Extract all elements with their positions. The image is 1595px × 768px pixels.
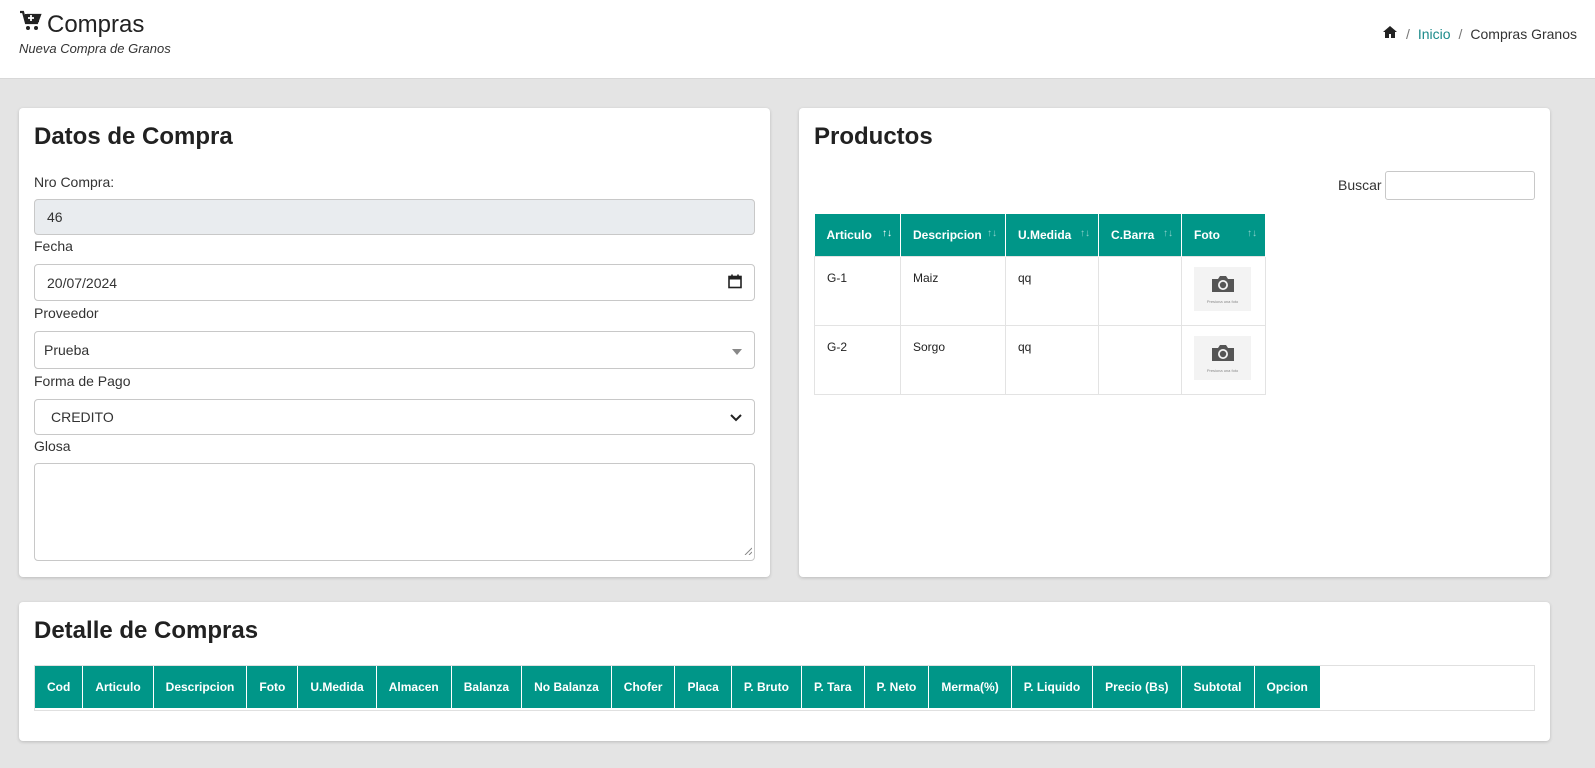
proveedor-value: Prueba: [44, 342, 90, 358]
camera-icon: [1210, 343, 1236, 366]
cell-foto: Presiona una foto: [1181, 324, 1266, 395]
column-header-opcion[interactable]: Opcion: [1254, 666, 1321, 708]
column-header-placa[interactable]: Placa: [674, 666, 732, 708]
cell-cbarra: [1098, 255, 1182, 326]
sort-icon: ↑↓: [987, 228, 997, 239]
cell-descripcion: Sorgo: [900, 324, 1006, 395]
page-subtitle: Nueva Compra de Granos: [19, 41, 171, 56]
nro-compra-field: 46: [34, 199, 755, 235]
cell-articulo: G-1: [814, 255, 901, 326]
column-header-chofer[interactable]: Chofer: [611, 666, 676, 708]
page-title: Compras: [19, 10, 144, 39]
column-header-p-bruto[interactable]: P. Bruto: [731, 666, 802, 708]
nro-compra-label: Nro Compra:: [34, 174, 115, 190]
column-header-umedida[interactable]: U.Medida: [297, 666, 377, 708]
detalle-table: Cod Articulo Descripcion Foto U.Medida A…: [35, 666, 1321, 708]
productos-table: Articulo ↑↓ Descripcion ↑↓ U.Medida ↑↓ C.Ba…: [814, 214, 1266, 395]
cell-cbarra: [1098, 324, 1182, 395]
column-header-foto[interactable]: Foto ↑↓: [1181, 214, 1266, 256]
column-header-almacen[interactable]: Almacen: [376, 666, 452, 708]
datos-compra-card: Datos de Compra Nro Compra: 46 Fecha 20/…: [19, 108, 770, 577]
photo-caption: Presiona una foto: [1206, 298, 1239, 304]
camera-icon: [1210, 274, 1236, 297]
column-header-p-tara[interactable]: P. Tara: [801, 666, 865, 708]
column-header-p-liquido[interactable]: P. Liquido: [1011, 666, 1094, 708]
fecha-value: 20/07/2024: [47, 274, 118, 291]
breadcrumb-separator: /: [1458, 25, 1463, 42]
breadcrumb-current: Compras Granos: [1470, 25, 1577, 42]
sort-icon: ↑↓: [882, 228, 892, 239]
product-photo[interactable]: Presiona una foto: [1194, 335, 1251, 380]
home-icon[interactable]: [1382, 25, 1398, 42]
column-header-articulo[interactable]: Articulo ↑↓: [814, 214, 901, 256]
nro-compra-value: 46: [47, 209, 63, 225]
chevron-down-icon: [730, 409, 742, 425]
column-header-p-neto[interactable]: P. Neto: [864, 666, 930, 708]
proveedor-label: Proveedor: [34, 305, 99, 321]
productos-title: Productos: [814, 123, 933, 150]
forma-pago-label: Forma de Pago: [34, 373, 131, 389]
calendar-icon[interactable]: [728, 274, 742, 291]
detalle-table-wrapper: Cod Articulo Descripcion Foto U.Medida A…: [34, 665, 1535, 711]
column-header-umedida[interactable]: U.Medida ↑↓: [1005, 214, 1099, 256]
detalle-compras-title: Detalle de Compras: [34, 617, 259, 644]
column-header-precio[interactable]: Precio (Bs): [1092, 666, 1182, 708]
column-header-descripcion[interactable]: Descripcion: [153, 666, 248, 708]
fecha-label: Fecha: [34, 238, 73, 254]
column-header-balanza[interactable]: Balanza: [451, 666, 523, 708]
sort-icon: ↑↓: [1163, 228, 1173, 239]
forma-pago-select[interactable]: CREDITO: [34, 399, 755, 435]
column-header-no-balanza[interactable]: No Balanza: [521, 666, 612, 708]
breadcrumb-link-inicio[interactable]: Inicio: [1418, 26, 1451, 42]
glosa-label: Glosa: [34, 438, 71, 454]
cell-umedida: qq: [1005, 255, 1099, 326]
datos-compra-title: Datos de Compra: [34, 123, 233, 150]
cell-foto: Presiona una foto: [1181, 255, 1266, 326]
column-header-merma[interactable]: Merma(%): [928, 666, 1012, 708]
glosa-textarea[interactable]: [34, 463, 755, 561]
column-header-subtotal[interactable]: Subtotal: [1181, 666, 1255, 708]
productos-card: Productos Buscar Articulo ↑↓ Descripcion ↑…: [799, 108, 1550, 577]
breadcrumb-separator: /: [1405, 25, 1410, 42]
page-header: Compras Nueva Compra de Granos / Inicio …: [0, 0, 1595, 79]
cell-umedida: qq: [1005, 324, 1099, 395]
cell-descripcion: Maiz: [900, 255, 1006, 326]
proveedor-select[interactable]: Prueba: [34, 331, 755, 369]
column-header-descripcion[interactable]: Descripcion ↑↓: [900, 214, 1006, 256]
sort-icon: ↑↓: [1247, 228, 1257, 239]
search-input[interactable]: [1385, 171, 1535, 200]
column-header-foto[interactable]: Foto: [246, 666, 299, 708]
product-photo[interactable]: Presiona una foto: [1194, 266, 1251, 311]
table-row[interactable]: G-1 Maiz qq Presiona una foto: [814, 255, 1266, 326]
fecha-input[interactable]: 20/07/2024: [34, 264, 755, 301]
cell-articulo: G-2: [814, 324, 901, 395]
column-header-cbarra[interactable]: C.Barra ↑↓: [1098, 214, 1182, 256]
detalle-compras-card: Detalle de Compras Cod Articulo Descripc…: [19, 602, 1550, 741]
search-label: Buscar: [1338, 177, 1382, 193]
column-header-articulo[interactable]: Articulo: [82, 666, 154, 708]
sort-icon: ↑↓: [1080, 228, 1090, 239]
table-row[interactable]: G-2 Sorgo qq Presiona una foto: [814, 324, 1266, 395]
breadcrumb: / Inicio / Compras Granos: [1382, 25, 1577, 42]
page-title-text: Compras: [47, 10, 145, 38]
cart-plus-icon: [19, 10, 43, 39]
caret-down-icon: [732, 342, 742, 358]
column-header-cod[interactable]: Cod: [35, 666, 84, 708]
photo-caption: Presiona una foto: [1206, 367, 1239, 373]
resize-handle-icon[interactable]: [744, 542, 753, 558]
forma-pago-value: CREDITO: [51, 409, 114, 425]
